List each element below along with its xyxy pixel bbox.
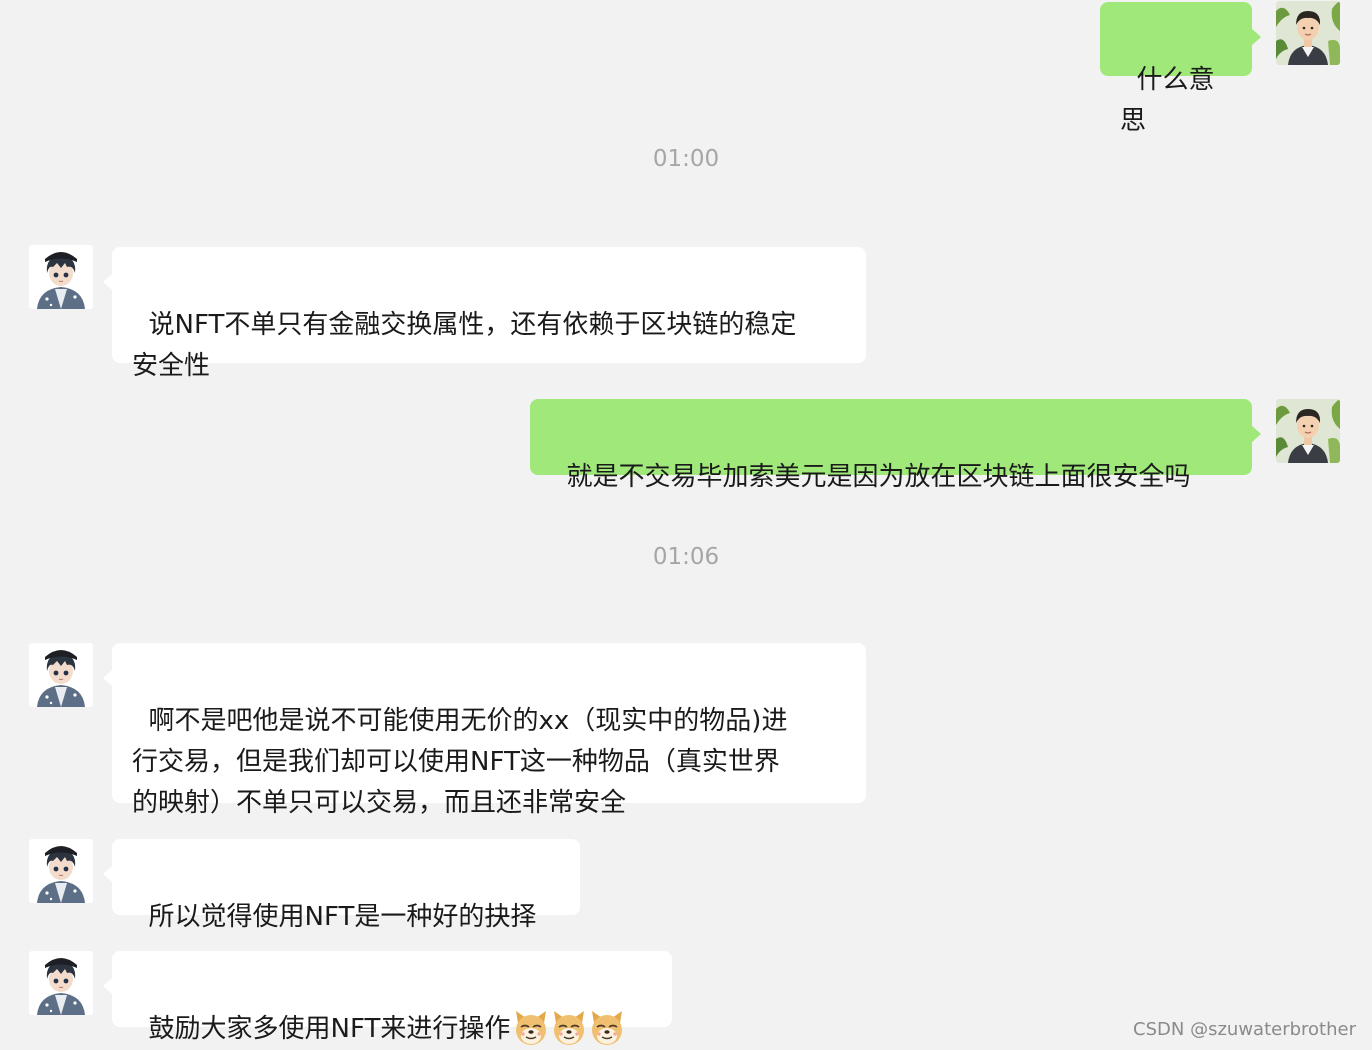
message-text: 啊不是吧他是说不可能使用无价的xx（现实中的物品)进 行交易，但是我们却可以使用… <box>132 706 788 818</box>
contact-avatar[interactable] <box>29 245 93 309</box>
contact-avatar[interactable] <box>29 839 93 903</box>
message-text: 所以觉得使用NFT是一种好的抉择 <box>148 902 537 932</box>
message-text: 说NFT不单只有金融交换属性，还有依赖于区块链的稳定 安全性 <box>132 310 797 381</box>
self-avatar[interactable] <box>1276 1 1340 65</box>
message-bubble-received[interactable]: 啊不是吧他是说不可能使用无价的xx（现实中的物品)进 行交易，但是我们却可以使用… <box>103 643 866 818</box>
message-text: 鼓励大家多使用NFT来进行操作 <box>148 1014 511 1044</box>
message-bubble-sent[interactable]: 什么意思 <box>1100 2 1261 136</box>
timestamp: 01:00 <box>652 146 720 172</box>
doge-emoji-icon <box>588 1009 626 1047</box>
self-avatar[interactable] <box>1276 399 1340 463</box>
message-text: 就是不交易毕加索美元是因为放在区块链上面很安全吗 <box>566 462 1191 492</box>
emoji-group <box>512 1009 626 1050</box>
message-bubble-received[interactable]: 说NFT不单只有金融交换属性，还有依赖于区块链的稳定 安全性 <box>103 247 866 381</box>
message-bubble-received[interactable]: 鼓励大家多使用NFT来进行操作 <box>103 951 672 1027</box>
timestamp: 01:06 <box>652 544 720 570</box>
message-text: 什么意思 <box>1120 65 1215 136</box>
contact-avatar[interactable] <box>29 951 93 1015</box>
doge-emoji-icon <box>550 1009 588 1047</box>
doge-emoji-icon <box>512 1009 550 1047</box>
contact-avatar[interactable] <box>29 643 93 707</box>
watermark: CSDN @szuwaterbrother <box>1133 1019 1356 1040</box>
message-bubble-sent[interactable]: 就是不交易毕加索美元是因为放在区块链上面很安全吗 <box>530 399 1261 492</box>
message-bubble-received[interactable]: 所以觉得使用NFT是一种好的抉择 <box>103 839 580 932</box>
